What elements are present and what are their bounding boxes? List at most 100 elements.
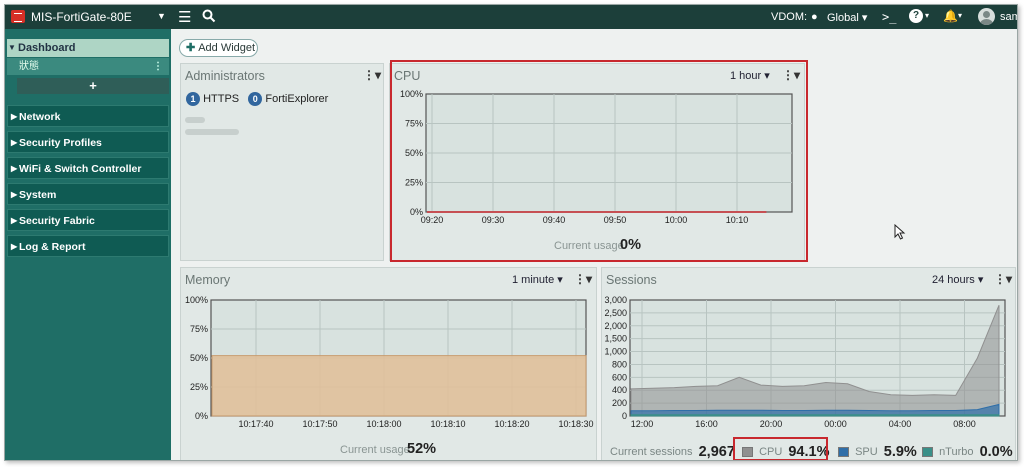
usage-value: 52% xyxy=(407,441,437,457)
notification-bell-icon[interactable]: 🔔 xyxy=(943,9,958,23)
memory-time-range-dropdown[interactable]: 1 minute ▾ xyxy=(512,273,563,286)
usage-label: Current usage xyxy=(340,444,410,456)
time-range-value: 24 hours xyxy=(932,274,975,286)
widget-title: Memory xyxy=(185,273,231,287)
sidebar-item-log-report[interactable]: ▶ Log & Report xyxy=(7,235,169,257)
x-tick-label: 08:00 xyxy=(953,419,976,429)
sidebar-subitem-status[interactable]: 狀態 ⋮ xyxy=(7,58,169,75)
y-tick-label: 2,500 xyxy=(604,308,627,318)
chevron-right-icon: ▶ xyxy=(11,138,18,147)
fortiexplorer-count-badge[interactable]: 0 xyxy=(248,92,263,106)
legend-label-spu: SPU xyxy=(855,446,878,459)
time-range-value: 1 minute xyxy=(512,274,555,286)
help-icon[interactable]: ? xyxy=(909,9,923,23)
https-count-badge[interactable]: 1 xyxy=(186,92,200,106)
admin-session-counts: 1 HTTPS 0 FortiExplorer xyxy=(186,92,328,106)
current-sessions: Current sessions 2,967 xyxy=(610,444,735,460)
highlight-box xyxy=(733,437,828,460)
sessions-time-range-dropdown[interactable]: 24 hours ▾ xyxy=(932,273,983,286)
y-tick-label: 200 xyxy=(612,398,627,408)
memory-widget: Memory 1 minute ▾ ⋮▾ 0% 25% 50% 75% 100% 10:1… xyxy=(180,267,597,460)
current-sessions-value: 2,967 xyxy=(698,444,735,461)
sidebar-item-label: Security Fabric xyxy=(19,215,95,227)
chevron-down-icon: ▼ xyxy=(8,43,16,52)
device-dropdown-caret-icon[interactable]: ▼ xyxy=(157,11,166,21)
sidebar-item-label: System xyxy=(19,189,57,201)
legend-spu[interactable]: SPU 5.9% xyxy=(838,444,917,460)
y-tick-label: 0% xyxy=(195,411,208,421)
top-bar: MIS-FortiGate-80E ▼ ☰ VDOM: ● Global ▾ >… xyxy=(5,5,1017,29)
cli-console-button[interactable]: >_ xyxy=(882,10,896,24)
x-tick-label: 00:00 xyxy=(824,419,847,429)
help-caret-icon[interactable]: ▾ xyxy=(925,11,929,20)
add-widget-button[interactable]: ✚ Add Widget xyxy=(179,39,258,57)
chevron-right-icon: ▶ xyxy=(11,190,18,199)
x-tick-label: 10:18:30 xyxy=(558,419,593,429)
x-tick-label: 12:00 xyxy=(631,419,654,429)
y-tick-label: 3,000 xyxy=(604,295,627,305)
sidebar-item-security-profiles[interactable]: ▶ Security Profiles xyxy=(7,131,169,153)
plus-icon: ✚ xyxy=(186,42,196,54)
y-tick-label: 100% xyxy=(185,295,208,305)
widget-menu-icon[interactable]: ⋮▾ xyxy=(574,272,592,286)
sidebar-subitem-label: 狀態 xyxy=(19,61,39,72)
https-label: HTTPS xyxy=(203,93,240,105)
administrators-widget: Administrators ⋮▾ 1 HTTPS 0 FortiExplore… xyxy=(180,63,384,261)
sidebar-item-label: WiFi & Switch Controller xyxy=(19,163,142,175)
device-name[interactable]: MIS-FortiGate-80E xyxy=(31,10,132,24)
sessions-widget: Sessions 24 hours ▾ ⋮▾ 0 200 400 600 800 1,00… xyxy=(601,267,1016,460)
series-area xyxy=(211,355,587,417)
x-tick-label: 10:17:40 xyxy=(238,419,273,429)
legend-nturbo[interactable]: nTurbo 0.0% xyxy=(922,444,1013,460)
y-tick-label: 800 xyxy=(612,359,627,369)
blurred-admin-user xyxy=(185,114,267,135)
legend-label-nturbo: nTurbo xyxy=(939,446,974,459)
chevron-right-icon: ▶ xyxy=(11,164,18,173)
highlight-box xyxy=(390,60,808,262)
x-tick-label: 16:00 xyxy=(695,419,718,429)
chevron-right-icon: ▶ xyxy=(11,216,18,225)
x-tick-label: 10:18:10 xyxy=(430,419,465,429)
chevron-right-icon: ▶ xyxy=(11,112,18,121)
username[interactable]: sam xyxy=(1000,11,1017,23)
sidebar-item-dashboard[interactable]: ▼ Dashboard xyxy=(7,39,169,57)
sidebar-item-network[interactable]: ▶ Network xyxy=(7,105,169,127)
legend-swatch-spu xyxy=(838,447,849,458)
widget-menu-icon[interactable]: ⋮▾ xyxy=(994,272,1012,286)
y-tick-label: 25% xyxy=(190,382,208,392)
menu-toggle-icon[interactable]: ☰ xyxy=(178,8,191,26)
current-sessions-label: Current sessions xyxy=(610,446,693,459)
sidebar-item-security-fabric[interactable]: ▶ Security Fabric xyxy=(7,209,169,231)
vdom-selector[interactable]: Global ▾ xyxy=(827,11,867,24)
widget-title: Administrators xyxy=(185,69,265,83)
x-tick-label: 20:00 xyxy=(760,419,783,429)
vdom-label: VDOM: xyxy=(771,11,808,23)
kebab-menu-icon[interactable]: ⋮ xyxy=(153,58,163,75)
x-tick-label: 10:18:00 xyxy=(366,419,401,429)
y-tick-label: 75% xyxy=(190,324,208,334)
app-window: MIS-FortiGate-80E ▼ ☰ VDOM: ● Global ▾ >… xyxy=(4,4,1018,461)
y-tick-label: 1,500 xyxy=(604,334,627,344)
x-tick-label: 10:17:50 xyxy=(302,419,337,429)
fortinet-logo-icon xyxy=(11,10,25,23)
dashboard-main: ✚ Add Widget Administrators ⋮▾ 1 HTTPS 0 … xyxy=(171,29,1017,460)
notification-caret-icon[interactable]: ▾ xyxy=(958,11,962,20)
y-tick-label: 400 xyxy=(612,385,627,395)
sidebar-item-label: Dashboard xyxy=(18,42,76,54)
y-tick-label: 1,000 xyxy=(604,347,627,357)
legend-swatch-nturbo xyxy=(922,447,933,458)
legend-value-nturbo: 0.0% xyxy=(979,444,1013,461)
x-tick-label: 04:00 xyxy=(889,419,912,429)
sidebar-item-system[interactable]: ▶ System xyxy=(7,183,169,205)
widget-menu-icon[interactable]: ⋮▾ xyxy=(363,68,381,82)
add-dashboard-button[interactable]: + xyxy=(17,78,169,94)
y-tick-label: 2,000 xyxy=(604,321,627,331)
widget-title: Sessions xyxy=(606,273,657,287)
x-tick-label: 10:18:20 xyxy=(494,419,529,429)
y-tick-label: 0 xyxy=(622,411,627,421)
sidebar-item-wifi-switch[interactable]: ▶ WiFi & Switch Controller xyxy=(7,157,169,179)
sidebar-item-label: Log & Report xyxy=(19,241,86,253)
y-tick-label: 600 xyxy=(612,372,627,382)
search-icon[interactable] xyxy=(202,9,216,23)
avatar[interactable] xyxy=(978,8,995,25)
